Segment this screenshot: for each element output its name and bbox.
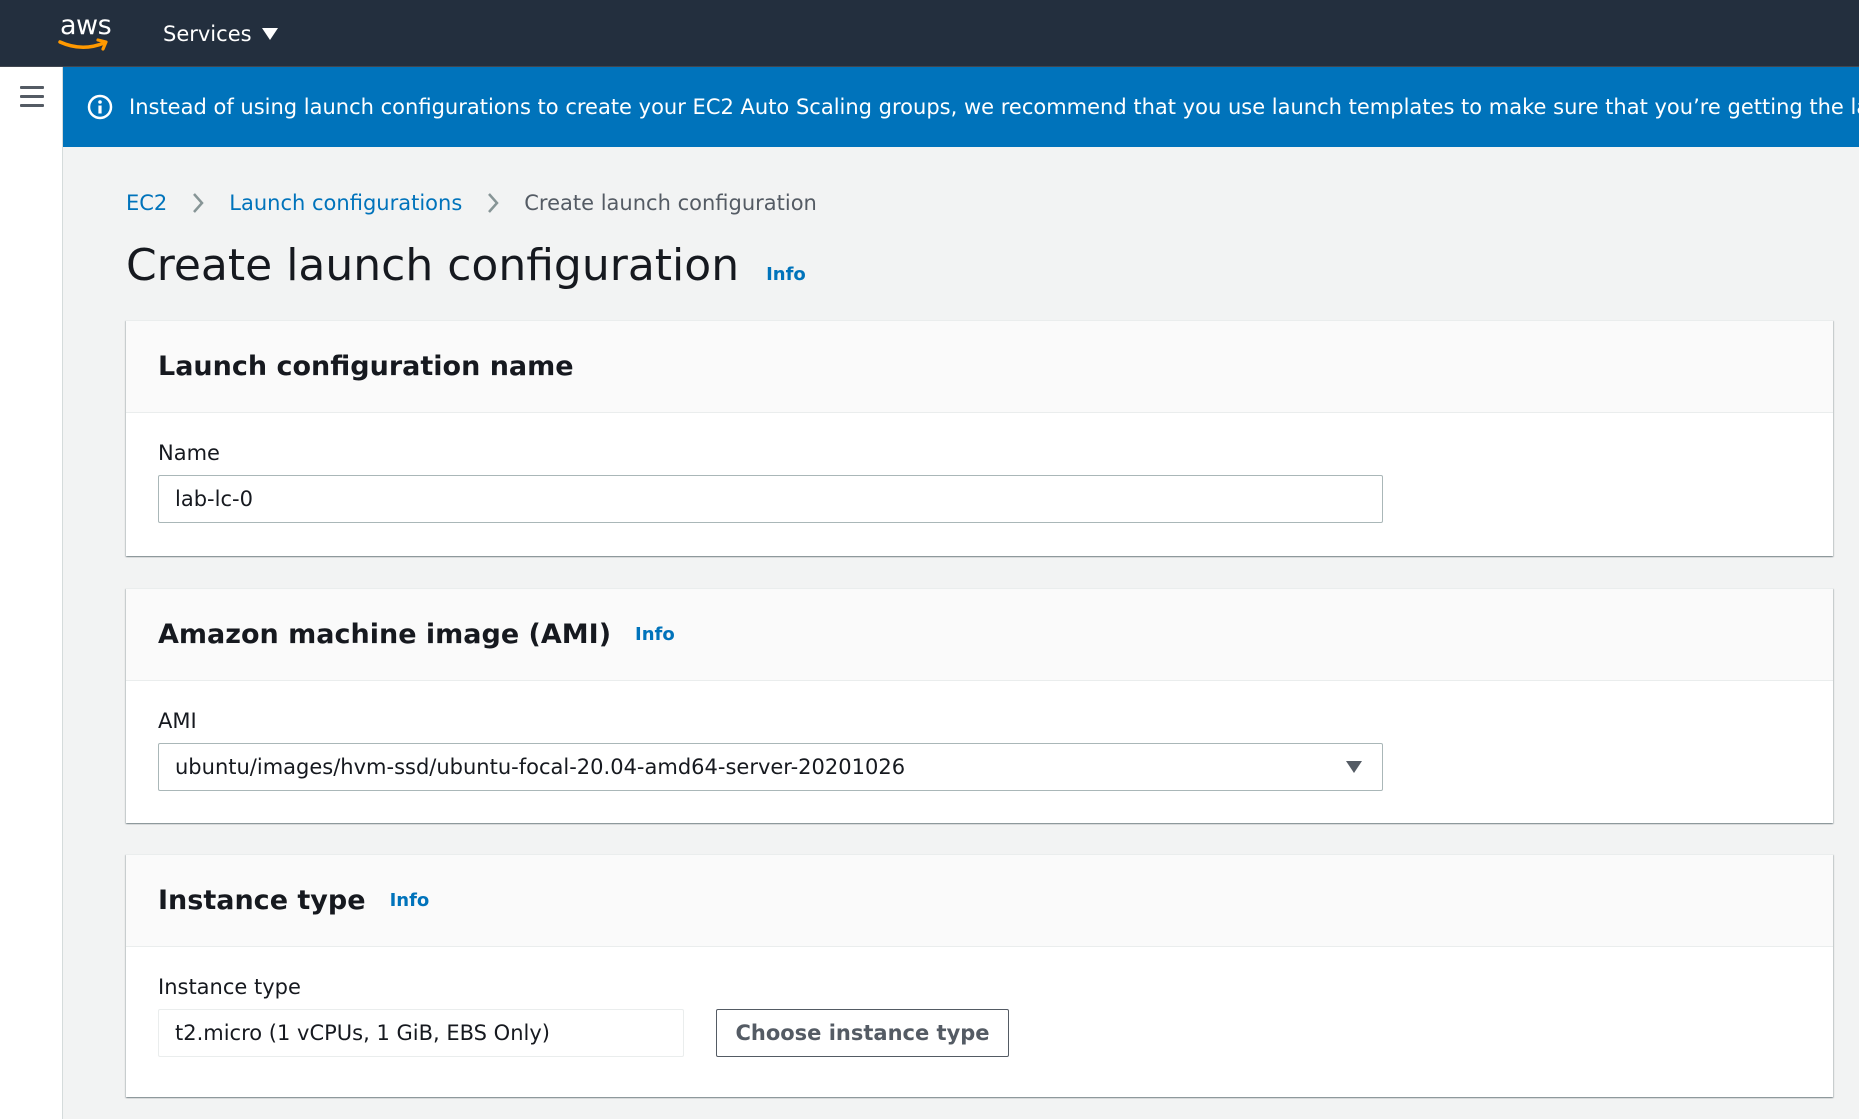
section-title: Launch configuration name [158,351,574,382]
caret-down-icon [1346,761,1362,773]
info-circle-icon [87,94,113,120]
breadcrumb-item-launch-configurations[interactable]: Launch configurations [229,191,462,215]
name-field-label: Name [158,441,220,465]
name-input[interactable] [158,475,1383,523]
section-body: Instance type t2.micro (1 vCPUs, 1 GiB, … [126,947,1833,1057]
chevron-right-icon [478,188,508,218]
info-flash-banner: Instead of using launch configurations t… [63,67,1859,147]
instance-type-row: t2.micro (1 vCPUs, 1 GiB, EBS Only) Choo… [158,1009,1801,1057]
section-body: AMI ubuntu/images/hvm-ssd/ubuntu-focal-2… [126,681,1833,791]
section-title: Amazon machine image (AMI) [158,619,612,650]
section-title: Instance type [158,885,366,916]
side-navigation-collapsed [0,67,63,1119]
breadcrumb: EC2 Launch configurations Create launch … [126,188,817,218]
flash-message: Instead of using launch configurations t… [129,95,1859,119]
ami-field-label: AMI [158,709,197,733]
section-header: Instance type Info [126,855,1833,947]
aws-logo-text: aws [60,10,112,41]
ami-selected-value: ubuntu/images/hvm-ssd/ubuntu-focal-20.04… [175,755,906,779]
launch-configuration-name-section: Launch configuration name Name [126,320,1833,556]
top-navigation: aws Services [0,0,1859,67]
aws-logo[interactable]: aws [56,10,112,56]
instance-type-section: Instance type Info Instance type t2.micr… [126,854,1833,1097]
page-title: Create launch configuration [126,240,740,291]
instance-type-info-link[interactable]: Info [390,890,430,911]
services-menu-button[interactable]: Services [163,18,278,50]
page-info-link[interactable]: Info [766,264,806,285]
section-header: Launch configuration name [126,321,1833,413]
breadcrumb-item-current: Create launch configuration [524,191,817,215]
chevron-right-icon [183,188,213,218]
aws-smile-icon [58,38,108,51]
ami-select[interactable]: ubuntu/images/hvm-ssd/ubuntu-focal-20.04… [158,743,1383,791]
ami-section: Amazon machine image (AMI) Info AMI ubun… [126,588,1833,823]
page-header: Create launch configuration Info [126,240,806,291]
section-header: Amazon machine image (AMI) Info [126,589,1833,681]
instance-type-field-label: Instance type [158,975,301,999]
instance-type-value: t2.micro (1 vCPUs, 1 GiB, EBS Only) [158,1009,684,1057]
hamburger-menu-icon[interactable] [20,86,44,108]
services-label: Services [163,22,252,46]
section-body: Name [126,413,1833,523]
ami-info-link[interactable]: Info [635,624,675,645]
caret-down-icon [261,28,278,40]
breadcrumb-item-ec2[interactable]: EC2 [126,191,167,215]
choose-instance-type-button[interactable]: Choose instance type [716,1009,1009,1057]
